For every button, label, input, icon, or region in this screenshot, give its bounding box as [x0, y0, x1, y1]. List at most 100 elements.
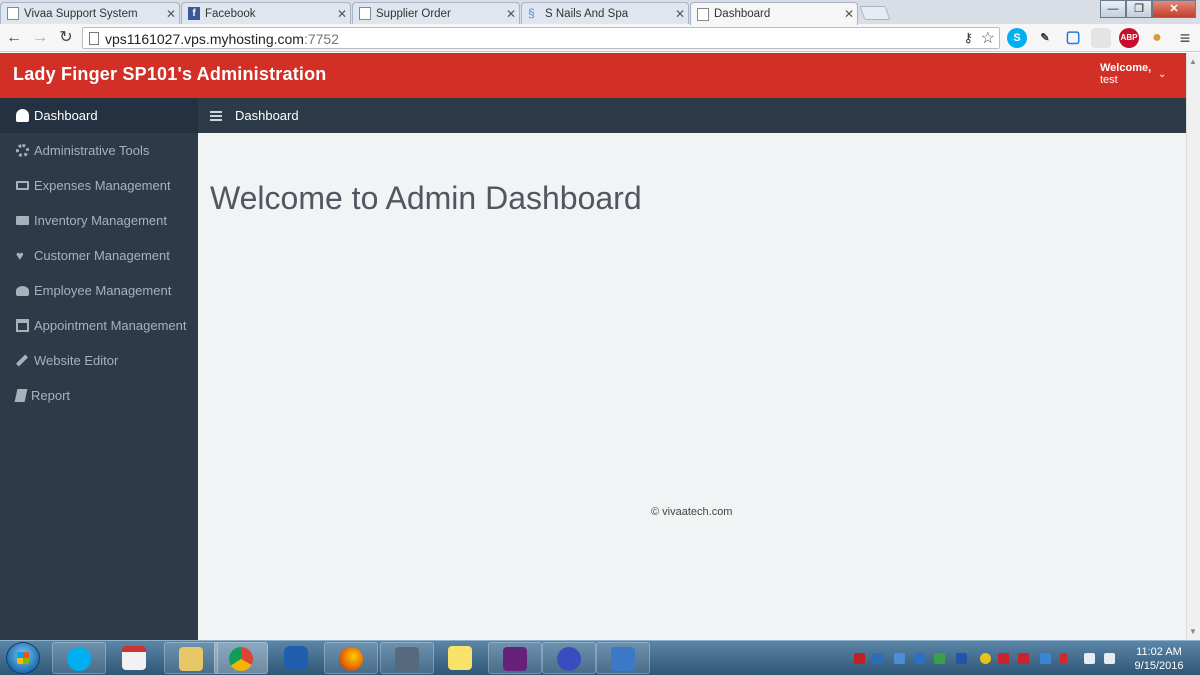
eyedropper-icon[interactable]: ✎	[1035, 28, 1055, 48]
maximize-button[interactable]: ❐	[1126, 0, 1152, 18]
tab-s-nails-and-spa[interactable]: § S Nails And Spa ✕	[521, 2, 689, 24]
volume-icon[interactable]	[1104, 653, 1115, 664]
main-content: Dashboard Welcome to Admin Dashboard © v…	[198, 98, 1186, 640]
close-icon[interactable]: ✕	[163, 7, 179, 21]
page-icon	[359, 7, 371, 20]
back-button[interactable]: ←	[4, 28, 24, 48]
sidebar-item-customer-management[interactable]: ♥ Customer Management	[0, 238, 198, 273]
url-port: :7752	[303, 31, 340, 47]
url-host: vps1161027.vps.myhosting.com	[105, 31, 304, 47]
close-icon[interactable]: ✕	[503, 7, 519, 21]
sidebar-item-employee-management[interactable]: Employee Management	[0, 273, 198, 308]
skype-app-icon[interactable]	[52, 642, 106, 674]
user-menu[interactable]: Welcome, test	[1100, 62, 1151, 86]
sidebar-item-website-editor[interactable]: Website Editor	[0, 343, 198, 378]
network-share-tray-icon[interactable]	[872, 653, 883, 664]
build-tools-app-icon[interactable]	[380, 642, 434, 674]
tab-title: Vivaa Support System	[24, 7, 138, 20]
blank-extension-icon[interactable]	[1091, 28, 1111, 48]
facebook-icon: f	[188, 7, 200, 20]
url-text[interactable]: vps1161027.vps.myhosting.com:7752	[105, 31, 339, 47]
sidebar-item-administrative-tools[interactable]: Administrative Tools	[0, 133, 198, 168]
close-window-button[interactable]: ✕	[1152, 0, 1196, 18]
sticky-notes-app-icon[interactable]	[434, 642, 488, 674]
antivirus-tray-icon[interactable]	[998, 653, 1009, 664]
screenshot-icon[interactable]: ▢	[1063, 28, 1083, 48]
username: test	[1100, 74, 1118, 86]
blue-shield-app-icon[interactable]	[270, 642, 324, 674]
tab-title: Supplier Order	[376, 7, 451, 20]
visual-studio-app-icon[interactable]	[488, 642, 542, 674]
chevron-down-icon[interactable]: ⌄	[1158, 69, 1166, 80]
excel-tray-icon[interactable]	[1018, 653, 1029, 664]
close-icon[interactable]: ✕	[334, 7, 350, 21]
alert-tray-icon[interactable]	[980, 653, 991, 664]
skype-icon[interactable]: S	[1007, 28, 1027, 48]
s-nails-icon: §	[528, 6, 535, 20]
tab-facebook[interactable]: f Facebook ✕	[181, 2, 351, 24]
page-info-icon[interactable]	[89, 32, 99, 45]
money-icon	[16, 181, 29, 190]
remote-desktop-app-icon[interactable]	[596, 642, 650, 674]
chrome-menu-icon[interactable]: ≡	[1175, 28, 1195, 48]
book-icon	[14, 389, 28, 402]
display-tray-icon[interactable]	[914, 653, 925, 664]
adblock-icon[interactable]: ABP	[1119, 28, 1139, 48]
system-clock[interactable]: 11:02 AM 9/15/2016	[1124, 645, 1194, 673]
sidebar-item-inventory-management[interactable]: Inventory Management	[0, 203, 198, 238]
sidebar: Dashboard Administrative Tools Expenses …	[0, 98, 198, 640]
calendar-app-icon[interactable]	[108, 642, 162, 674]
forward-button[interactable]: →	[30, 28, 50, 48]
close-icon[interactable]: ✕	[841, 7, 857, 21]
windows-taskbar: 11:02 AM 9/15/2016	[0, 640, 1200, 675]
footer-copyright: © vivaatech.com	[651, 506, 733, 518]
check-tray-icon[interactable]	[934, 653, 945, 664]
bookmark-star-icon[interactable]: ☆	[981, 28, 995, 48]
chrome-app-icon[interactable]	[214, 642, 268, 674]
tab-dashboard[interactable]: Dashboard ✕	[690, 2, 858, 25]
heart-icon: ♥	[16, 248, 24, 263]
truck-icon	[16, 216, 29, 225]
firefox-app-icon[interactable]	[324, 642, 378, 674]
infinity-tray-icon[interactable]	[956, 653, 967, 664]
new-tab-button[interactable]	[859, 6, 891, 20]
window-controls: — ❐ ✕	[1100, 0, 1196, 18]
tab-vivaa-support-system[interactable]: Vivaa Support System ✕	[0, 2, 180, 24]
breadcrumb: Dashboard	[235, 108, 299, 123]
browser-tab-strip: Vivaa Support System ✕ f Facebook ✕ Supp…	[0, 0, 1200, 25]
address-bar[interactable]: vps1161027.vps.myhosting.com:7752 ⚷ ☆	[82, 27, 1000, 49]
file-explorer-icon[interactable]	[164, 642, 218, 674]
minimize-button[interactable]: —	[1100, 0, 1126, 18]
page-title: Welcome to Admin Dashboard	[210, 180, 642, 216]
cookie-icon[interactable]: ●	[1147, 28, 1167, 48]
tab-supplier-order[interactable]: Supplier Order ✕	[352, 2, 520, 24]
tab-title: Dashboard	[714, 8, 771, 20]
close-icon[interactable]: ✕	[672, 7, 688, 21]
flag-tray-icon[interactable]	[1060, 653, 1067, 664]
gears-icon	[16, 144, 29, 157]
power-tray-icon[interactable]	[1084, 653, 1095, 664]
page-scrollbar[interactable]: ▲ ▼	[1186, 53, 1200, 640]
sync-tray-icon[interactable]	[894, 653, 905, 664]
calendar-icon	[16, 319, 29, 332]
sidebar-item-report[interactable]: Report	[0, 378, 198, 413]
sidebar-item-expenses-management[interactable]: Expenses Management	[0, 168, 198, 203]
keyboard-tray-icon[interactable]	[1040, 653, 1051, 664]
sidebar-item-label: Appointment Management	[34, 318, 187, 333]
scroll-up-icon[interactable]: ▲	[1189, 57, 1197, 66]
scroll-down-icon[interactable]: ▼	[1189, 627, 1197, 636]
welcome-label: Welcome,	[1100, 62, 1152, 74]
infinity-app-icon[interactable]	[542, 642, 596, 674]
page-icon	[697, 7, 709, 21]
ladybug-tray-icon[interactable]	[854, 653, 865, 664]
hamburger-menu-icon[interactable]	[210, 110, 222, 121]
reload-button[interactable]: ↻	[56, 28, 76, 48]
brand-title[interactable]: Lady Finger SP101's Administration	[13, 64, 327, 85]
start-button[interactable]	[6, 642, 40, 674]
sidebar-item-label: Employee Management	[34, 283, 172, 298]
sidebar-item-appointment-management[interactable]: Appointment Management	[0, 308, 198, 343]
sidebar-item-dashboard[interactable]: Dashboard	[0, 98, 198, 133]
key-icon[interactable]: ⚷	[963, 30, 973, 46]
tab-title: S Nails And Spa	[545, 7, 629, 20]
sidebar-item-label: Report	[31, 388, 71, 403]
